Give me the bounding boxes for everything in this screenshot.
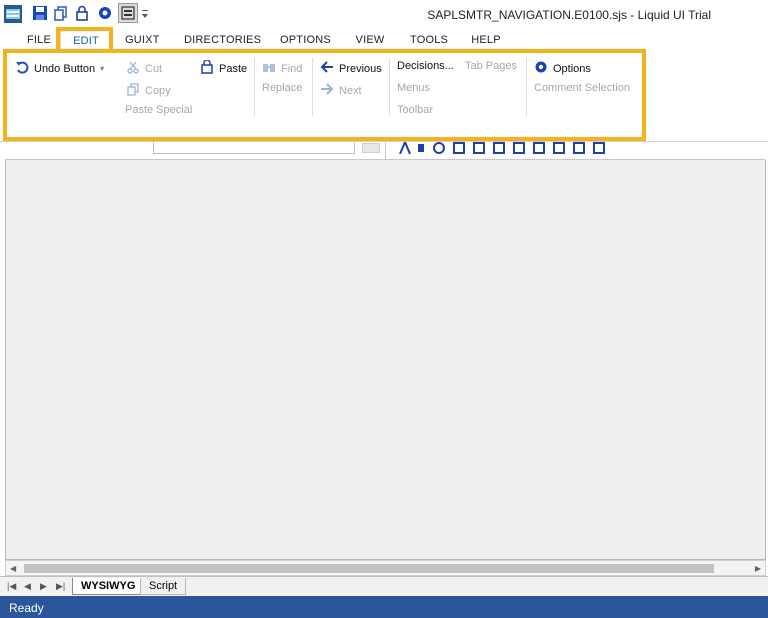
- designer-toolbar: [5, 139, 765, 160]
- scroll-right-icon[interactable]: ▶: [755, 564, 761, 573]
- quick-access-toolbar: SAPLSMTR_NAVIGATION.E0100.sjs - Liquid U…: [0, 0, 768, 28]
- tab-help[interactable]: HELP: [471, 34, 501, 46]
- designer-icons-row: [398, 139, 623, 155]
- tab-options[interactable]: OPTIONS: [280, 34, 331, 46]
- next-sheet-icon[interactable]: ▶: [40, 581, 47, 592]
- sheet-tab-script[interactable]: Script: [140, 578, 187, 595]
- ellipsis-button[interactable]: [362, 143, 380, 153]
- tab-tools[interactable]: TOOLS: [410, 34, 448, 46]
- window-title: SAPLSMTR_NAVIGATION.E0100.sjs - Liquid U…: [427, 8, 711, 22]
- scrollbar-thumb[interactable]: [24, 564, 714, 573]
- tab-guixt[interactable]: GUIXT: [125, 34, 159, 46]
- property-input[interactable]: [153, 142, 355, 154]
- sheet-bar: |◀ ◀ ▶ ▶| WYSIWYG Script: [0, 576, 768, 596]
- tab-view[interactable]: VIEW: [355, 34, 385, 46]
- status-bar: Ready: [0, 596, 768, 618]
- scroll-left-icon[interactable]: ◀: [10, 564, 16, 573]
- tab-directories[interactable]: DIRECTORIES: [184, 34, 261, 46]
- status-text: Ready: [9, 601, 44, 615]
- toolbar-separator: [385, 142, 386, 160]
- prev-sheet-icon[interactable]: ◀: [24, 581, 31, 592]
- tab-file[interactable]: FILE: [27, 34, 51, 46]
- highlight-ribbon-frame: [3, 49, 646, 141]
- design-canvas[interactable]: [5, 160, 766, 560]
- sheet-tab-wysiwyg[interactable]: WYSIWYG: [72, 578, 145, 595]
- last-sheet-icon[interactable]: ▶|: [56, 581, 65, 592]
- horizontal-scrollbar[interactable]: ◀ ▶: [5, 560, 766, 576]
- first-sheet-icon[interactable]: |◀: [7, 581, 16, 592]
- ribbon-tabs: FILE EDIT GUIXT DIRECTORIES OPTIONS VIEW…: [0, 28, 768, 52]
